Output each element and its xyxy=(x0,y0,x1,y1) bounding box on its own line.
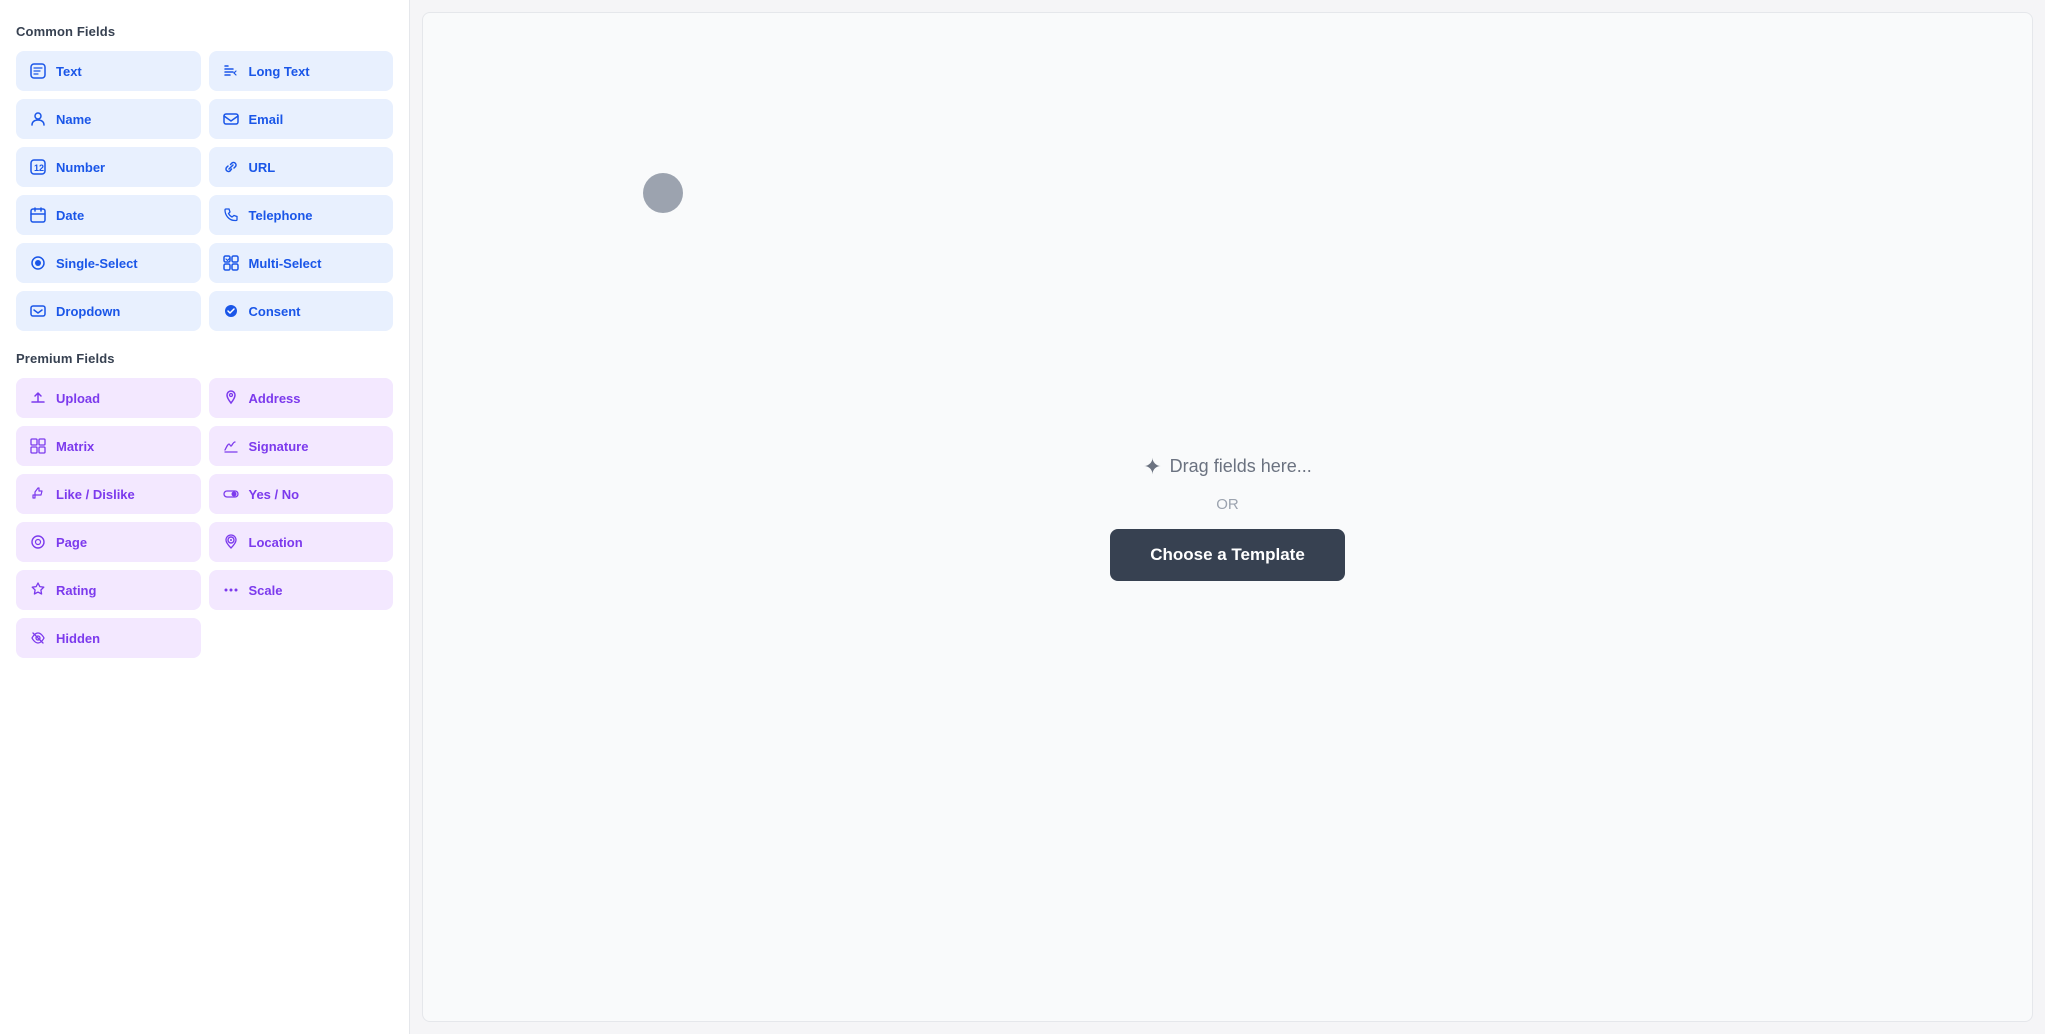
drag-hint: ✦ Drag fields here... xyxy=(1143,454,1312,480)
field-item-yes-no[interactable]: Yes / No xyxy=(209,474,394,514)
address-icon xyxy=(221,388,241,408)
signature-label: Signature xyxy=(249,439,309,454)
name-icon xyxy=(28,109,48,129)
long-text-label: Long Text xyxy=(249,64,310,79)
premium-fields-title: Premium Fields xyxy=(16,351,393,366)
url-icon xyxy=(221,157,241,177)
telephone-icon xyxy=(221,205,241,225)
rating-icon xyxy=(28,580,48,600)
text-label: Text xyxy=(56,64,82,79)
hidden-label: Hidden xyxy=(56,631,100,646)
single-select-label: Single-Select xyxy=(56,256,138,271)
email-label: Email xyxy=(249,112,284,127)
page-icon xyxy=(28,532,48,552)
field-item-upload[interactable]: Upload xyxy=(16,378,201,418)
field-item-scale[interactable]: Scale xyxy=(209,570,394,610)
multi-select-icon xyxy=(221,253,241,273)
field-item-email[interactable]: Email xyxy=(209,99,394,139)
drag-text: Drag fields here... xyxy=(1170,456,1312,477)
location-icon xyxy=(221,532,241,552)
field-item-consent[interactable]: Consent xyxy=(209,291,394,331)
page-label: Page xyxy=(56,535,87,550)
telephone-label: Telephone xyxy=(249,208,313,223)
upload-label: Upload xyxy=(56,391,100,406)
rating-label: Rating xyxy=(56,583,96,598)
address-label: Address xyxy=(249,391,301,406)
field-item-hidden[interactable]: Hidden xyxy=(16,618,201,658)
field-item-page[interactable]: Page xyxy=(16,522,201,562)
field-item-name[interactable]: Name xyxy=(16,99,201,139)
url-label: URL xyxy=(249,160,276,175)
field-item-location[interactable]: Location xyxy=(209,522,394,562)
avatar xyxy=(643,173,683,213)
upload-icon xyxy=(28,388,48,408)
consent-icon xyxy=(221,301,241,321)
field-item-text[interactable]: Text xyxy=(16,51,201,91)
svg-text:12: 12 xyxy=(34,163,44,173)
field-item-address[interactable]: Address xyxy=(209,378,394,418)
sparkle-icon: ✦ xyxy=(1143,454,1161,480)
field-item-date[interactable]: Date xyxy=(16,195,201,235)
field-item-signature[interactable]: Signature xyxy=(209,426,394,466)
yes-no-label: Yes / No xyxy=(249,487,300,502)
like-dislike-label: Like / Dislike xyxy=(56,487,135,502)
matrix-label: Matrix xyxy=(56,439,94,454)
date-label: Date xyxy=(56,208,84,223)
field-item-url[interactable]: URL xyxy=(209,147,394,187)
choose-template-button[interactable]: Choose a Template xyxy=(1110,529,1345,581)
matrix-icon xyxy=(28,436,48,456)
sidebar: Common Fields Text Long Text Name Email … xyxy=(0,0,410,1034)
consent-label: Consent xyxy=(249,304,301,319)
hidden-icon xyxy=(28,628,48,648)
or-divider: OR xyxy=(1216,496,1239,513)
field-item-matrix[interactable]: Matrix xyxy=(16,426,201,466)
single-select-icon xyxy=(28,253,48,273)
field-item-dropdown[interactable]: Dropdown xyxy=(16,291,201,331)
name-label: Name xyxy=(56,112,91,127)
long-text-icon xyxy=(221,61,241,81)
scale-label: Scale xyxy=(249,583,283,598)
dropdown-label: Dropdown xyxy=(56,304,120,319)
premium-fields-grid: Upload Address Matrix Signature Like / D… xyxy=(16,378,393,658)
date-icon xyxy=(28,205,48,225)
signature-icon xyxy=(221,436,241,456)
email-icon xyxy=(221,109,241,129)
field-item-long-text[interactable]: Long Text xyxy=(209,51,394,91)
form-canvas: ✦ Drag fields here... OR Choose a Templa… xyxy=(422,12,2033,1022)
yes-no-icon xyxy=(221,484,241,504)
scale-icon xyxy=(221,580,241,600)
field-item-telephone[interactable]: Telephone xyxy=(209,195,394,235)
field-item-single-select[interactable]: Single-Select xyxy=(16,243,201,283)
location-label: Location xyxy=(249,535,303,550)
drop-zone: ✦ Drag fields here... OR Choose a Templa… xyxy=(1110,454,1345,581)
dropdown-icon xyxy=(28,301,48,321)
field-item-like-dislike[interactable]: Like / Dislike xyxy=(16,474,201,514)
common-fields-grid: Text Long Text Name Email 12 Number URL … xyxy=(16,51,393,331)
like-dislike-icon xyxy=(28,484,48,504)
field-item-multi-select[interactable]: Multi-Select xyxy=(209,243,394,283)
field-item-number[interactable]: 12 Number xyxy=(16,147,201,187)
common-fields-title: Common Fields xyxy=(16,24,393,39)
number-label: Number xyxy=(56,160,105,175)
multi-select-label: Multi-Select xyxy=(249,256,322,271)
text-icon xyxy=(28,61,48,81)
number-icon: 12 xyxy=(28,157,48,177)
field-item-rating[interactable]: Rating xyxy=(16,570,201,610)
